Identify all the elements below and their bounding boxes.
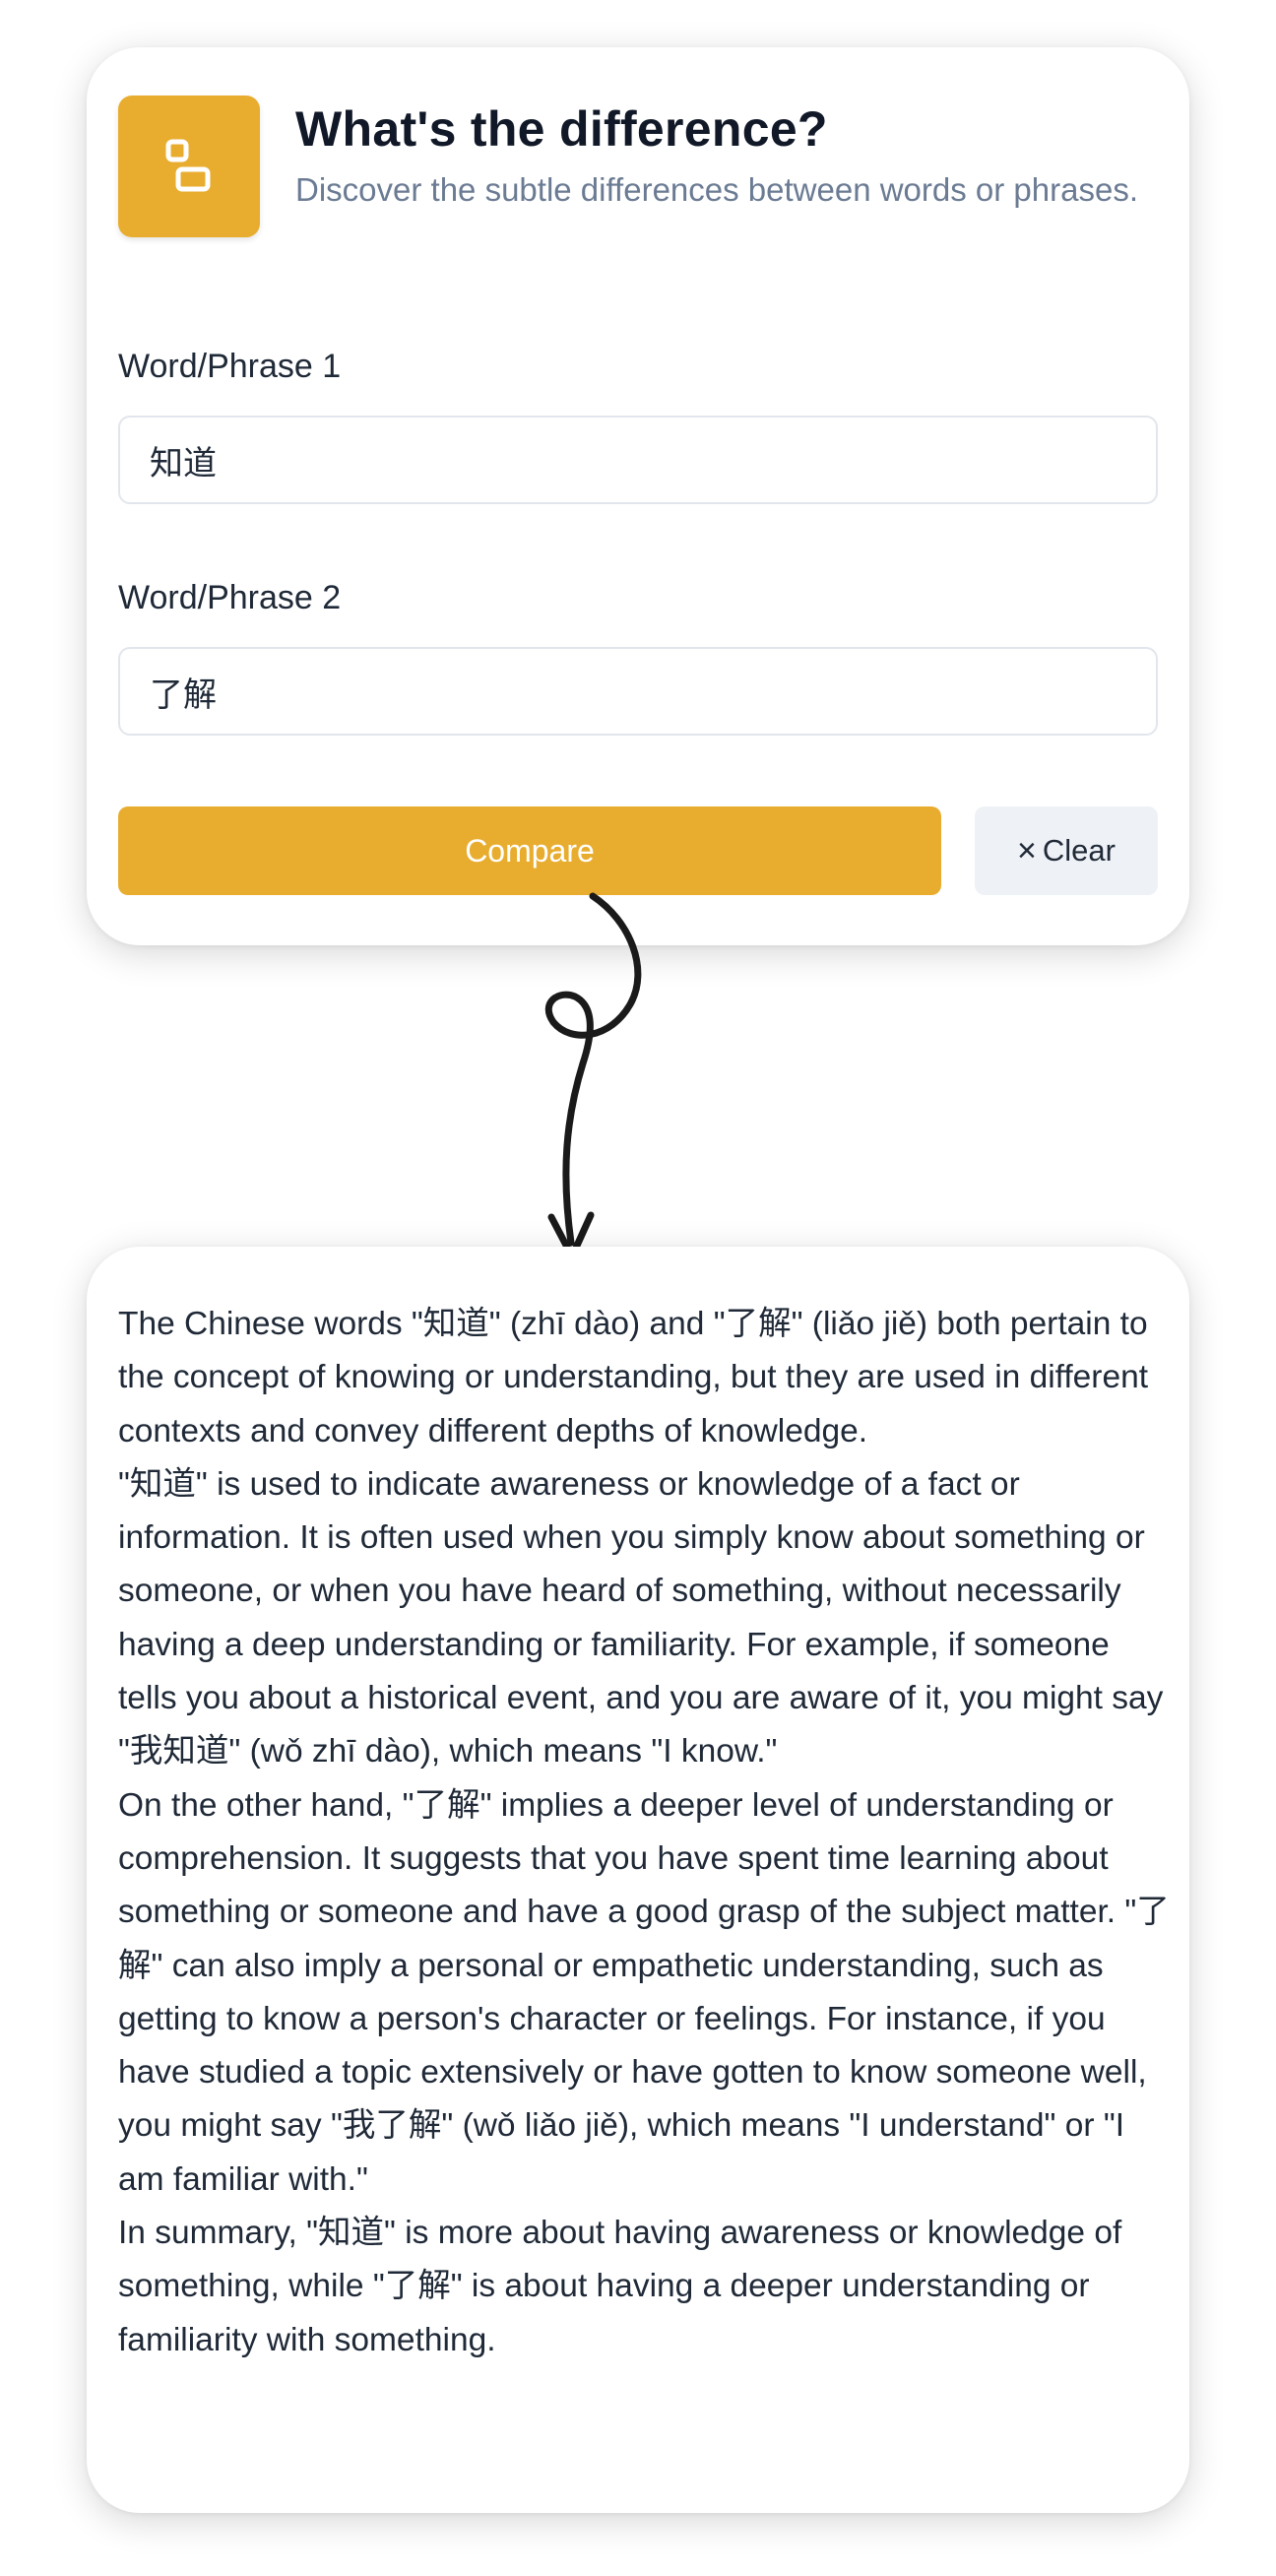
word2-label: Word/Phrase 2: [118, 579, 342, 616]
word1-label: Word/Phrase 1: [118, 348, 342, 385]
close-icon: ×: [1017, 832, 1037, 869]
compare-form-card: What's the difference? Discover the subt…: [87, 47, 1189, 945]
page-title: What's the difference?: [295, 101, 828, 157]
result-paragraph: On the other hand, "了解" implies a deeper…: [118, 1786, 1170, 2198]
result-text: The Chinese words "知道" (zhī dào) and "了解…: [118, 1298, 1172, 2367]
clear-button[interactable]: × Clear: [975, 806, 1158, 895]
compare-button[interactable]: Compare: [118, 806, 941, 895]
result-paragraph: In summary, "知道" is more about having aw…: [118, 2215, 1122, 2358]
clear-button-label: Clear: [1042, 833, 1116, 868]
result-paragraph: "知道" is used to indicate awareness or kn…: [118, 1465, 1164, 1771]
two-boxes-icon: [165, 139, 211, 192]
word1-input[interactable]: [118, 416, 1158, 504]
app-logo: [118, 96, 260, 237]
word2-input[interactable]: [118, 647, 1158, 736]
result-card: The Chinese words "知道" (zhī dào) and "了解…: [87, 1247, 1189, 2513]
page-subtitle: Discover the subtle differences between …: [295, 171, 1139, 208]
result-paragraph: The Chinese words "知道" (zhī dào) and "了解…: [118, 1306, 1149, 1449]
